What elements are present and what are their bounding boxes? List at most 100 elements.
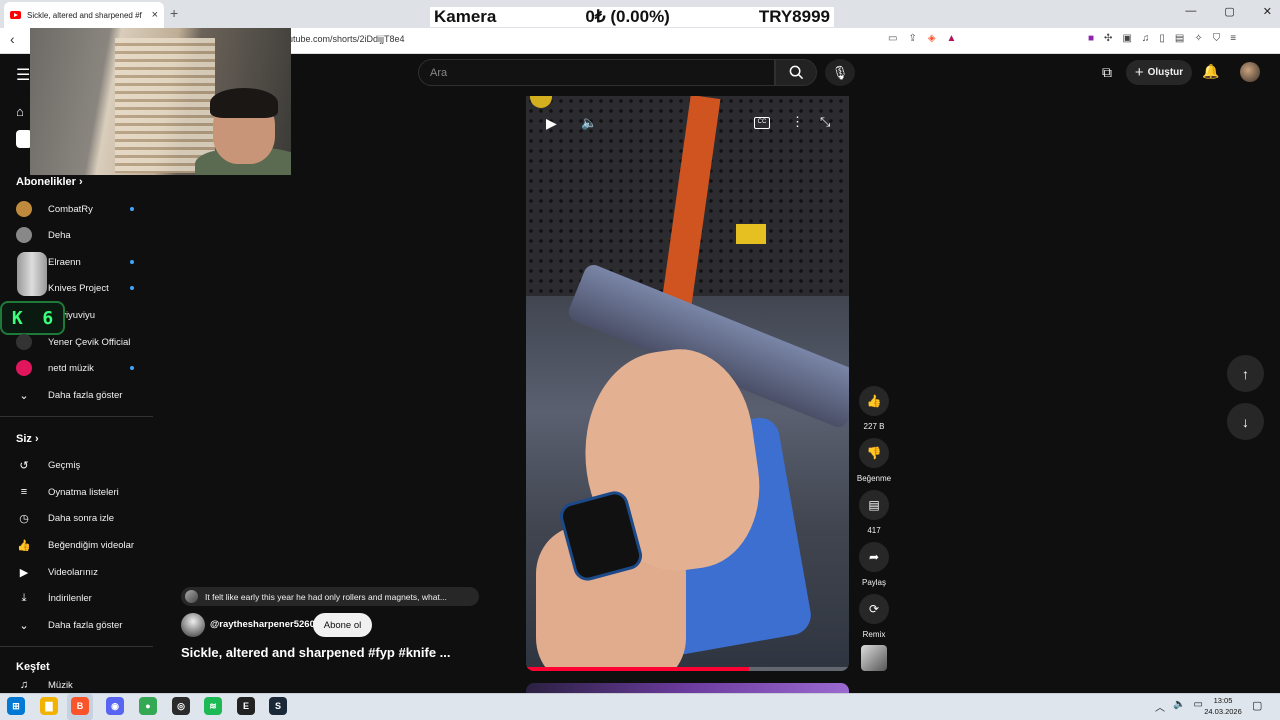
chevron-down-icon: ⌄	[19, 389, 29, 402]
short-title[interactable]: Sickle, altered and sharpened #fyp #knif…	[181, 645, 451, 660]
url-field[interactable]: utube.com/shorts/2iDdijjT8e4	[288, 34, 405, 44]
share-action[interactable]: ➦ Paylaş	[857, 542, 891, 587]
notification-center-icon[interactable]: ▢	[1252, 699, 1262, 712]
share-icon[interactable]: ➦	[859, 542, 889, 572]
wallet-icon[interactable]: ▤	[1175, 33, 1184, 44]
next-short-button[interactable]: ↓	[1227, 403, 1264, 440]
short-video-player[interactable]	[526, 96, 849, 671]
history-icon: ↺	[19, 459, 29, 472]
channel-avatar	[16, 334, 32, 350]
discord-icon[interactable]: ◉	[106, 697, 124, 715]
volume-icon[interactable]: 🔈	[581, 115, 597, 131]
subscription-item[interactable]: Elraenn	[16, 249, 154, 275]
start-icon[interactable]: ⊞	[7, 697, 25, 715]
search-button[interactable]	[775, 59, 817, 86]
install-app-icon[interactable]: ▭	[888, 33, 897, 44]
remix-icon[interactable]: ⟳	[859, 594, 889, 624]
subscription-item[interactable]: CombatRy	[16, 196, 154, 222]
next-short-preview[interactable]	[526, 683, 849, 693]
comment-preview[interactable]: It felt like early this year he had only…	[181, 587, 479, 606]
sidebar-item-music[interactable]: ♫ Müzik	[16, 677, 154, 693]
search-icon	[789, 65, 803, 80]
sidebar-item-your-videos[interactable]: ▶ Videolarınız	[16, 559, 154, 585]
search-input[interactable]: Ara	[418, 59, 775, 86]
steam-icon[interactable]: S	[269, 697, 287, 715]
video-progress-bar[interactable]	[526, 667, 849, 671]
chevron-up-icon[interactable]: ︿	[1155, 699, 1165, 714]
subscription-item[interactable]: Deha	[16, 222, 154, 248]
share-icon[interactable]: ⇪	[908, 33, 916, 44]
subscription-label: Deha	[48, 229, 71, 241]
sidebar-item-watch-later[interactable]: ◷ Daha sonra izle	[16, 505, 154, 531]
voice-search-button[interactable]: 🎙	[825, 59, 855, 86]
like-action[interactable]: 👍 227 B	[857, 386, 891, 431]
hamburger-menu-icon[interactable]: ☰	[16, 65, 30, 85]
browser-tab[interactable]: Sickle, altered and sharpened #f ×	[4, 2, 164, 28]
dislike-action[interactable]: 👎 Beğenme	[857, 438, 891, 483]
browser-menu-icon[interactable]: ≡	[1230, 33, 1236, 44]
subscription-label: Knives Project	[48, 282, 109, 294]
taskbar-clock[interactable]: 13:05 24.03.2026	[1203, 695, 1243, 717]
video-yellow-tool	[736, 224, 766, 244]
notifications-bell-icon[interactable]: 🔔	[1202, 63, 1219, 80]
epic-games-icon[interactable]: E	[237, 697, 255, 715]
explore-header: Keşfet	[16, 661, 50, 673]
captions-icon[interactable]: CC	[754, 117, 770, 129]
extension-icon[interactable]: ■	[1088, 33, 1094, 44]
subscription-item[interactable]: Yener Çevik Official	[16, 329, 154, 355]
subscribe-button[interactable]: Abone ol	[313, 613, 372, 637]
subscriptions-header[interactable]: Abonelikler ›	[16, 176, 83, 188]
spotify-icon[interactable]: ≋	[204, 697, 222, 715]
tab-close-icon[interactable]: ×	[152, 9, 158, 21]
subscription-label: Yener Çevik Official	[48, 336, 131, 348]
back-arrow-icon[interactable]: ‹	[10, 31, 15, 47]
channel-avatar[interactable]	[181, 613, 205, 637]
comment-icon[interactable]: ▤	[859, 490, 889, 520]
network-icon[interactable]: ▭	[1193, 699, 1202, 714]
fullscreen-icon[interactable]: ⤡	[820, 114, 830, 130]
sidebar-item-downloads[interactable]: ⤓ İndirilenler	[16, 585, 154, 611]
chrome-icon[interactable]: ●	[139, 697, 157, 715]
subscription-item[interactable]: Knives Project	[16, 275, 154, 301]
maximize-button[interactable]: ▢	[1224, 5, 1234, 18]
channel-avatar	[16, 280, 32, 296]
subscription-item[interactable]: netd müzik	[16, 355, 154, 381]
cast-icon[interactable]: ⧉	[1102, 64, 1112, 81]
show-more-subscriptions[interactable]: ⌄ Daha fazla göster	[16, 382, 154, 408]
play-icon[interactable]: ▶	[546, 115, 557, 132]
new-tab-button[interactable]: +	[170, 5, 178, 21]
extensions-puzzle-icon[interactable]: ✣	[1104, 33, 1112, 44]
more-options-icon[interactable]: ⋮	[791, 114, 804, 130]
home-icon[interactable]: ⌂	[16, 104, 24, 119]
thumbs-up-icon[interactable]: 👍	[859, 386, 889, 416]
minimize-button[interactable]: —	[1185, 5, 1196, 18]
leo-ai-icon[interactable]: ✧	[1194, 33, 1202, 44]
comments-action[interactable]: ▤ 417	[857, 490, 891, 535]
address-bar-actions: ▭ ⇪ ◈ ▲	[888, 33, 956, 44]
overlay-letter: K	[11, 307, 23, 329]
you-header[interactable]: Siz ›	[16, 433, 39, 445]
sidebar-toggle-icon[interactable]: ▯	[1159, 33, 1165, 44]
tab-search-icon[interactable]: ▣	[1122, 33, 1131, 44]
close-window-button[interactable]: ✕	[1263, 5, 1272, 18]
remix-action[interactable]: ⟳ Remix	[857, 594, 891, 639]
media-icon[interactable]: ♫	[1142, 33, 1150, 44]
brave-icon[interactable]: B	[71, 697, 89, 715]
vpn-icon[interactable]: ⛉	[1213, 33, 1221, 44]
thumbs-down-icon[interactable]: 👎	[859, 438, 889, 468]
account-avatar[interactable]	[1240, 62, 1260, 82]
create-button[interactable]: + Oluştur	[1126, 60, 1192, 85]
brave-shields-icon[interactable]: ◈	[928, 33, 936, 44]
brave-rewards-icon[interactable]: ▲	[947, 33, 957, 44]
obs-icon[interactable]: ◎	[172, 697, 190, 715]
sidebar-item-history[interactable]: ↺ Geçmiş	[16, 452, 154, 478]
speaker-icon[interactable]: 🔈	[1173, 699, 1185, 714]
show-more-you[interactable]: ⌄ Daha fazla göster	[16, 612, 154, 638]
comment-preview-text: It felt like early this year he had only…	[205, 591, 447, 602]
file-explorer-icon[interactable]: ▇	[40, 697, 58, 715]
sidebar-item-liked-videos[interactable]: 👍 Beğendiğim videolar	[16, 532, 154, 558]
sound-channel-thumbnail[interactable]	[861, 645, 887, 671]
sidebar-item-playlists[interactable]: ≡ Oynatma listeleri	[16, 479, 154, 505]
previous-short-button[interactable]: ↑	[1227, 355, 1264, 392]
channel-name[interactable]: @raythesharpener5260	[210, 619, 315, 630]
